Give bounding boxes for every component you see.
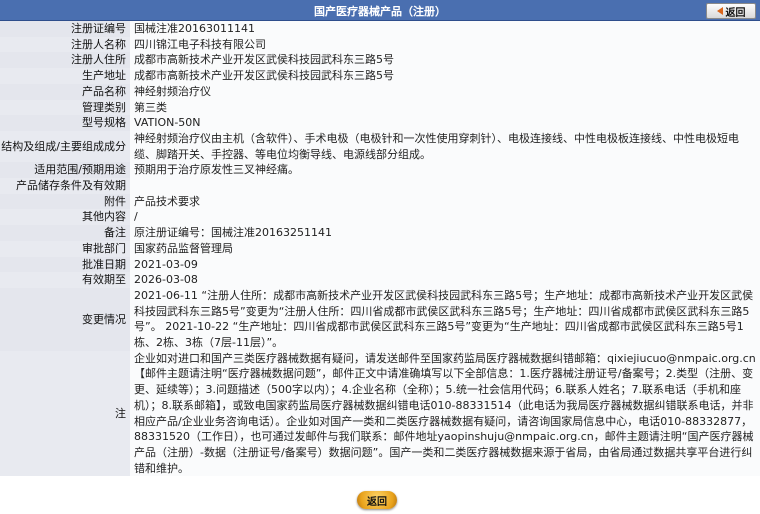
table-row: 注册人名称 四川锦江电子科技有限公司 <box>0 36 760 53</box>
field-label: 注册证编号 <box>0 21 130 37</box>
table-row: 型号规格 VATION-50N <box>0 115 760 131</box>
field-value: 四川锦江电子科技有限公司 <box>130 36 760 53</box>
table-row: 附件 产品技术要求 <box>0 193 760 210</box>
field-value: 国家药品监督管理局 <box>130 240 760 257</box>
table-row: 变更情况 2021-06-11 “注册人住所：成都市高新技术产业开发区武侯科技园… <box>0 287 760 351</box>
field-label: 管理类别 <box>0 99 130 116</box>
table-row: 注册人住所 成都市高新技术产业开发区武侯科技园武科东三路5号 <box>0 52 760 69</box>
field-label: 有效期至 <box>0 272 130 288</box>
field-label: 注 <box>0 350 130 477</box>
back-arrow-icon <box>716 7 723 15</box>
field-label: 适用范围/预期用途 <box>0 162 130 179</box>
table-row: 产品储存条件及有效期 <box>0 178 760 194</box>
field-value: 第三类 <box>130 99 760 116</box>
header-bar: 国产医疗器械产品（注册） 返回 <box>0 0 760 21</box>
field-label: 审批部门 <box>0 240 130 257</box>
back-button-top[interactable]: 返回 <box>706 3 756 19</box>
field-value: VATION-50N <box>130 115 760 131</box>
field-value: 国械注准20163011141 <box>130 21 760 37</box>
table-row: 审批部门 国家药品监督管理局 <box>0 240 760 257</box>
back-button-bottom[interactable]: 返回 <box>357 491 397 509</box>
field-value: 2026-03-08 <box>130 272 760 288</box>
field-value: 神经射频治疗仪由主机（含软件）、手术电极（电极针和一次性使用穿刺针）、电极连接线… <box>130 130 760 163</box>
field-value: 2021-06-11 “注册人住所：成都市高新技术产业开发区武侯科技园武科东三路… <box>130 287 760 351</box>
field-label: 结构及组成/主要组成成分 <box>0 130 130 163</box>
field-value: 神经射频治疗仪 <box>130 83 760 100</box>
back-button-bottom-label: 返回 <box>367 496 387 508</box>
field-value: 成都市高新技术产业开发区武侯科技园武科东三路5号 <box>130 52 760 69</box>
field-label: 注册人名称 <box>0 36 130 53</box>
field-value: 原注册证编号：国械注准20163251141 <box>130 225 760 241</box>
table-row: 管理类别 第三类 <box>0 99 760 116</box>
table-row: 有效期至 2026-03-08 <box>0 272 760 288</box>
table-row: 产品名称 神经射频治疗仪 <box>0 83 760 100</box>
field-label: 生产地址 <box>0 68 130 84</box>
field-value: / <box>130 209 760 226</box>
table-row: 其他内容 / <box>0 209 760 226</box>
field-value: 产品技术要求 <box>130 193 760 210</box>
detail-table: 注册证编号 国械注准20163011141 注册人名称 四川锦江电子科技有限公司… <box>0 21 760 477</box>
table-row: 注 企业如对进口和国产三类医疗器械数据有疑问，请发送邮件至国家药监局医疗器械数据… <box>0 350 760 477</box>
table-row: 适用范围/预期用途 预期用于治疗原发性三叉神经痛。 <box>0 162 760 179</box>
table-row: 生产地址 成都市高新技术产业开发区武侯科技园武科东三路5号 <box>0 68 760 84</box>
field-label: 备注 <box>0 225 130 241</box>
back-button-top-label: 返回 <box>725 7 746 19</box>
field-label: 产品储存条件及有效期 <box>0 178 130 194</box>
field-value: 成都市高新技术产业开发区武侯科技园武科东三路5号 <box>130 68 760 84</box>
table-row: 批准日期 2021-03-09 <box>0 256 760 273</box>
field-label: 型号规格 <box>0 115 130 131</box>
table-row: 备注 原注册证编号：国械注准20163251141 <box>0 225 760 241</box>
field-value <box>130 178 760 194</box>
field-label: 变更情况 <box>0 287 130 351</box>
field-value: 2021-03-09 <box>130 256 760 273</box>
field-value: 预期用于治疗原发性三叉神经痛。 <box>130 162 760 179</box>
field-label: 批准日期 <box>0 256 130 273</box>
field-value: 企业如对进口和国产三类医疗器械数据有疑问，请发送邮件至国家药监局医疗器械数据纠错… <box>130 350 760 477</box>
page-title: 国产医疗器械产品（注册） <box>314 5 446 18</box>
table-row: 结构及组成/主要组成成分 神经射频治疗仪由主机（含软件）、手术电极（电极针和一次… <box>0 130 760 163</box>
field-label: 其他内容 <box>0 209 130 226</box>
table-row: 注册证编号 国械注准20163011141 <box>0 21 760 37</box>
field-label: 产品名称 <box>0 83 130 100</box>
field-label: 附件 <box>0 193 130 210</box>
field-label: 注册人住所 <box>0 52 130 69</box>
